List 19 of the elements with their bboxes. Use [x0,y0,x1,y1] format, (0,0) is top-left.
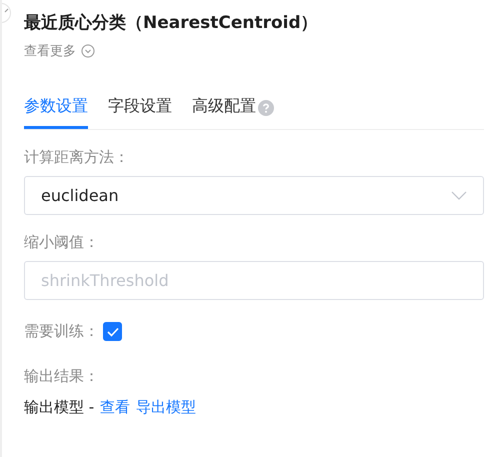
field-label: 缩小阈值： [24,233,100,252]
input-field[interactable]: shrinkThreshold [24,261,484,300]
checkbox[interactable] [103,322,122,341]
check-icon [106,326,118,336]
help-icon[interactable] [258,100,274,116]
link[interactable]: 导出模型 [136,398,196,417]
tab[interactable]: 高级配置 [192,90,256,129]
tab[interactable]: 字段设置 [108,90,172,129]
select-field[interactable]: euclidean [24,176,484,215]
chevron-down-icon[interactable] [81,44,95,58]
link[interactable]: 查看 [100,398,130,417]
view-more-link[interactable]: 查看更多 [24,42,76,60]
output-text: 输出模型 - [24,398,94,417]
field-label: 计算距离方法： [24,148,130,167]
tab[interactable]: 参数设置 [24,90,88,129]
field-label: 需要训练： [24,322,99,341]
chevron-down-icon [451,190,467,200]
panel-title: 最近质心分类（NearestCentroid） [24,12,319,35]
field-label: 输出结果： [24,367,100,386]
